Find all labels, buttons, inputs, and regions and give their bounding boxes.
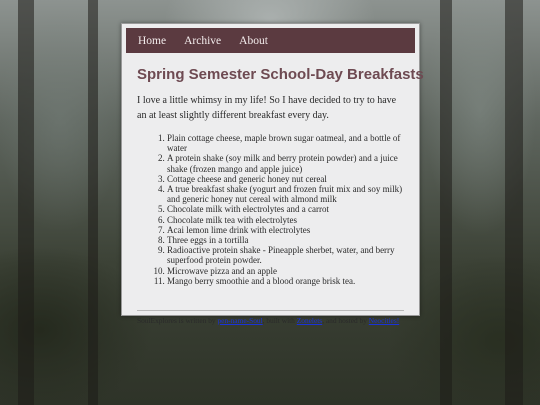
footer-divider [137, 310, 404, 312]
post-content: Spring Semester School-Day Breakfasts I … [122, 66, 424, 325]
list-item: Mango berry smoothie and a blood orange … [167, 276, 404, 286]
nav-home-link[interactable]: Home [138, 35, 166, 47]
list-item: Plain cottage cheese, maple brown sugar … [167, 133, 404, 153]
list-item: Microwave pizza and an apple [167, 266, 404, 276]
list-item: Chocolate milk tea with electrolytes [167, 215, 404, 225]
blog-container: Home Archive About Spring Semester Schoo… [121, 23, 424, 325]
site-footer: SoulExplores is written by pen-name-Soul… [137, 316, 404, 325]
footer-text: , built with [262, 316, 297, 326]
list-item: Radioactive protein shake - Pineapple sh… [167, 245, 404, 265]
zonelets-link[interactable]: Zonelets [297, 316, 322, 325]
list-item: Cottage cheese and generic honey nut cer… [167, 174, 404, 184]
neocities-link[interactable]: Neocities! [369, 316, 399, 325]
tree-trunk [18, 0, 34, 405]
breakfast-list: Plain cottage cheese, maple brown sugar … [137, 133, 404, 286]
top-nav: Home Archive About [126, 28, 415, 53]
tree-trunk [505, 0, 523, 405]
tree-trunk [440, 0, 452, 405]
post-title: Spring Semester School-Day Breakfasts [137, 66, 424, 83]
post-intro: I love a little whimsy in my life! So I … [137, 95, 397, 121]
footer-text: , and hosted by [322, 316, 369, 326]
list-item: Chocolate milk with electrolytes and a c… [167, 204, 404, 214]
list-item: A protein shake (soy milk and berry prot… [167, 153, 404, 173]
list-item: Three eggs in a tortilla [167, 235, 404, 245]
list-item: A true breakfast shake (yogurt and froze… [167, 184, 404, 204]
nav-archive-link[interactable]: Archive [184, 35, 221, 47]
list-item: Acai lemon lime drink with electrolytes [167, 225, 404, 235]
footer-text: SoulExplores is written by [137, 316, 218, 326]
tree-trunk [88, 0, 98, 405]
author-link[interactable]: pen-name-Soul [217, 316, 262, 325]
nav-about-link[interactable]: About [239, 35, 268, 47]
